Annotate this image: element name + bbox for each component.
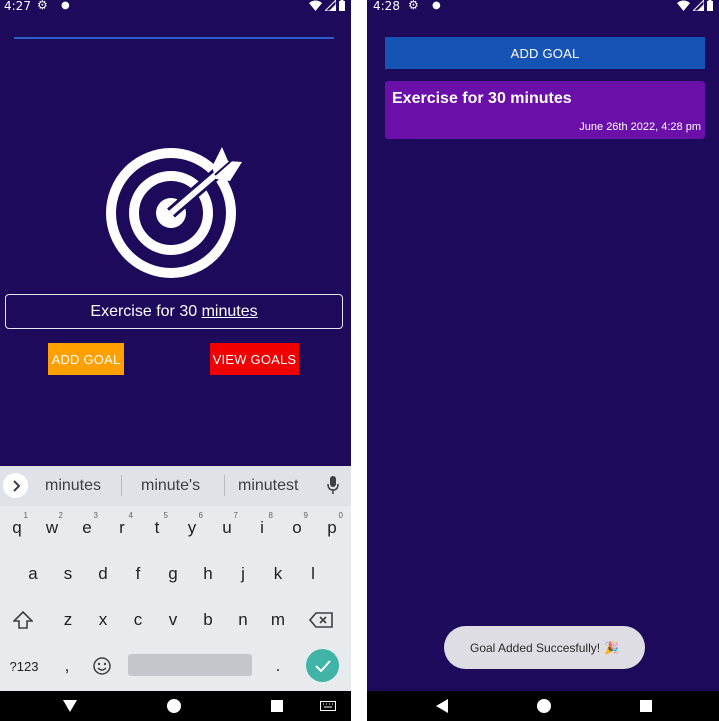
notification-dot-icon: ● — [432, 0, 441, 11]
status-time: 4:27 — [4, 0, 31, 13]
key-comma[interactable]: , — [52, 646, 82, 686]
view-goals-button[interactable]: VIEW GOALS — [210, 343, 299, 375]
mic-icon[interactable] — [327, 476, 339, 494]
suggestion-divider — [224, 475, 225, 496]
key-g[interactable]: g — [158, 554, 188, 594]
back-icon[interactable] — [60, 691, 80, 721]
goal-input-text: Exercise for 30 — [90, 302, 202, 320]
back-icon[interactable] — [432, 691, 452, 721]
key-j[interactable]: j — [228, 554, 258, 594]
wifi-icon — [677, 0, 690, 11]
target-icon — [106, 147, 242, 278]
key-a[interactable]: a — [18, 554, 48, 594]
key-y[interactable]: y6 — [177, 508, 207, 548]
key-u[interactable]: u7 — [212, 508, 242, 548]
phone-left: 4:27 ⚙ ● Exercise for 30 minutes ADD GOA… — [0, 0, 351, 721]
suggestion-divider — [121, 475, 122, 496]
key-q[interactable]: q1 — [2, 508, 32, 548]
notification-dot-icon: ● — [61, 0, 70, 11]
suggestion-2[interactable]: minute's — [141, 477, 200, 495]
key-k[interactable]: k — [263, 554, 293, 594]
backspace-icon[interactable] — [306, 600, 336, 640]
navigation-bar — [0, 691, 351, 721]
toast-text: Goal Added Succesfully! — [469, 640, 601, 655]
status-bar: 4:28 ⚙ ● — [367, 0, 719, 14]
battery-icon — [339, 0, 345, 11]
key-o[interactable]: o9 — [282, 508, 312, 548]
key-m[interactable]: m — [263, 600, 293, 640]
key-f[interactable]: f — [123, 554, 153, 594]
key-x[interactable]: x — [88, 600, 118, 640]
party-popper-icon: 🎉 — [604, 640, 620, 655]
key-t[interactable]: t5 — [142, 508, 172, 548]
goal-input[interactable]: Exercise for 30 minutes — [5, 294, 343, 329]
goal-input-underlined-word: minutes — [201, 302, 258, 320]
status-bar: 4:27 ⚙ ● — [0, 0, 351, 14]
signal-icon — [325, 0, 336, 11]
phone-right: 4:28 ⚙ ● ADD GOAL Exercise for 30 minute… — [367, 0, 719, 721]
suggestion-3[interactable]: minutest — [238, 477, 298, 495]
emoji-icon[interactable] — [87, 646, 117, 686]
settings-icon: ⚙ — [37, 0, 48, 12]
key-s[interactable]: s — [53, 554, 83, 594]
goal-title: Exercise for 30 minutes — [392, 90, 572, 107]
goal-card[interactable]: Exercise for 30 minutes June 26th 2022, … — [385, 81, 705, 139]
recents-icon[interactable] — [268, 691, 286, 721]
keyboard-icon[interactable] — [318, 691, 338, 721]
suggestion-bar: minutes minute's minutest — [0, 466, 351, 506]
key-l[interactable]: l — [298, 554, 328, 594]
key-n[interactable]: n — [228, 600, 258, 640]
home-icon[interactable] — [164, 691, 184, 721]
key-e[interactable]: e3 — [72, 508, 102, 548]
recents-icon[interactable] — [637, 691, 655, 721]
key-c[interactable]: c — [123, 600, 153, 640]
add-goal-button[interactable]: ADD GOAL — [48, 343, 124, 375]
space-key[interactable] — [128, 654, 252, 676]
key-h[interactable]: h — [193, 554, 223, 594]
key-v[interactable]: v — [158, 600, 188, 640]
home-icon[interactable] — [534, 691, 554, 721]
goal-date: June 26th 2022, 4:28 pm — [579, 121, 701, 133]
status-time: 4:28 — [373, 0, 400, 13]
signal-icon — [693, 0, 704, 11]
key-z[interactable]: z — [53, 600, 83, 640]
toast-message: Goal Added Succesfully! 🎉 — [444, 626, 645, 669]
key-i[interactable]: i8 — [247, 508, 277, 548]
key-w[interactable]: w2 — [37, 508, 67, 548]
symbols-key[interactable]: ?123 — [6, 646, 42, 686]
wifi-icon — [309, 0, 322, 11]
battery-icon — [707, 0, 713, 11]
key-p[interactable]: p0 — [317, 508, 347, 548]
key-b[interactable]: b — [193, 600, 223, 640]
navigation-bar — [367, 691, 719, 721]
key-d[interactable]: d — [88, 554, 118, 594]
top-divider — [14, 37, 334, 39]
settings-icon: ⚙ — [408, 0, 419, 12]
key-period[interactable]: . — [263, 646, 293, 686]
chevron-right-icon[interactable] — [3, 473, 28, 498]
shift-icon[interactable] — [8, 600, 38, 640]
key-r[interactable]: r4 — [107, 508, 137, 548]
check-icon[interactable] — [306, 649, 339, 682]
keyboard: minutes minute's minutest q1 w2 e3 r4 t5… — [0, 466, 351, 691]
suggestion-1[interactable]: minutes — [45, 477, 101, 495]
add-goal-button[interactable]: ADD GOAL — [385, 37, 705, 69]
